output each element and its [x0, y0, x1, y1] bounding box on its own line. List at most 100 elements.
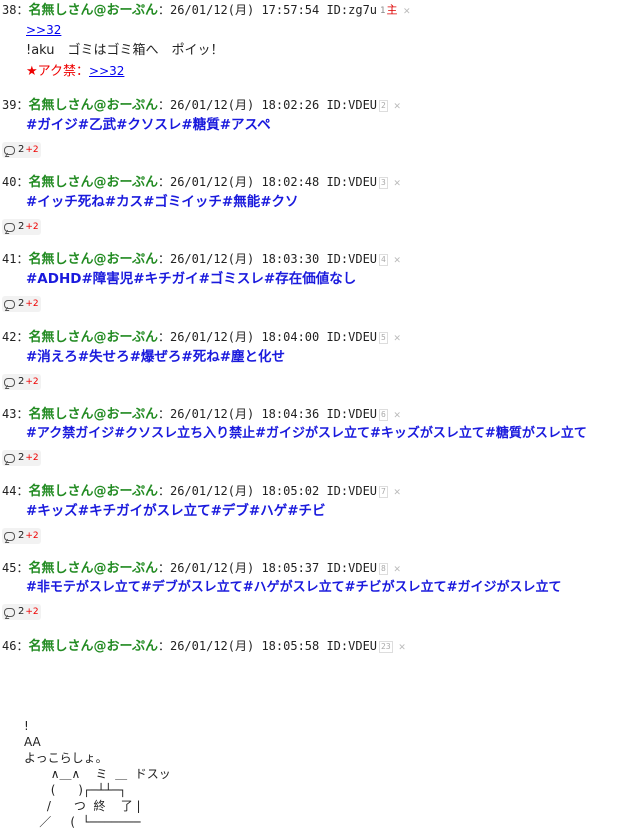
post: 40：名無しさん@おーぷん：26/01/12(月) 18:02:48 ID:VD…	[0, 172, 401, 236]
hashtag-list[interactable]: #ガイジ#乙武#クソスレ#糖質#アスペ	[26, 117, 271, 133]
post-meta: 26/01/12(月) 17:57:54 ID:zg7u	[169, 3, 378, 17]
post-header: 41：名無しさん@おーぷん：26/01/12(月) 18:03:30 ID:VD…	[2, 252, 401, 267]
hashtag-list[interactable]: #ADHD#障害児#キチガイ#ゴミスレ#存在価値なし	[26, 271, 356, 287]
close-icon[interactable]: ✕	[394, 99, 401, 112]
reply-count: 2	[18, 144, 25, 155]
ban-anchor-link[interactable]: >>32	[89, 64, 124, 78]
reply-count-badge[interactable]: 2 +2	[2, 604, 41, 620]
reply-count-badge[interactable]: 2 +2	[2, 374, 41, 390]
reply-count: 2	[18, 298, 25, 309]
speech-bubble-icon	[4, 222, 15, 232]
post-number[interactable]: 39	[2, 98, 16, 112]
reply-count-new: +2	[25, 222, 39, 232]
id-count[interactable]: 7	[379, 485, 388, 498]
id-count[interactable]: 6	[379, 408, 388, 421]
speech-bubble-icon	[4, 607, 15, 617]
speech-bubble-icon	[4, 531, 15, 541]
post-number[interactable]: 46	[2, 639, 16, 653]
poster-name: 名無しさん@おーぷん	[28, 252, 158, 267]
post-text: !aku ゴミはゴミ箱へ ポイッ！	[26, 43, 224, 58]
poster-name: 名無しさん@おーぷん	[28, 639, 158, 654]
poster-name: 名無しさん@おーぷん	[28, 330, 158, 345]
reply-count: 2	[18, 221, 25, 232]
close-icon[interactable]: ✕	[394, 408, 401, 421]
post-number[interactable]: 42	[2, 330, 16, 344]
post-header: 39：名無しさん@おーぷん：26/01/12(月) 18:02:26 ID:VD…	[2, 98, 401, 113]
post-header: 45：名無しさん@おーぷん：26/01/12(月) 18:05:37 ID:VD…	[2, 561, 401, 576]
post-meta: 26/01/12(月) 18:02:48 ID:VDEU	[169, 175, 378, 189]
post-header: 38：名無しさん@おーぷん：26/01/12(月) 17:57:54 ID:zg…	[2, 3, 411, 18]
id-count[interactable]: 8	[379, 562, 388, 575]
post-number[interactable]: 43	[2, 407, 16, 421]
post-body: #イッチ死ね#カス#ゴミイッチ#無能#クソ	[26, 192, 401, 213]
post: 42：名無しさん@おーぷん：26/01/12(月) 18:04:00 ID:VD…	[0, 327, 401, 391]
reply-count-new: +2	[25, 607, 39, 617]
speech-bubble-icon	[4, 377, 15, 387]
reply-count: 2	[18, 530, 25, 541]
reply-count-new: +2	[25, 145, 39, 155]
hashtag-list[interactable]: #イッチ死ね#カス#ゴミイッチ#無能#クソ	[26, 194, 299, 210]
poster-name: 名無しさん@おーぷん	[28, 3, 158, 18]
id-count[interactable]: 5	[379, 331, 388, 344]
post: 45：名無しさん@おーぷん：26/01/12(月) 18:05:37 ID:VD…	[0, 558, 561, 621]
close-icon[interactable]: ✕	[394, 253, 401, 266]
post-meta: 26/01/12(月) 18:03:30 ID:VDEU	[169, 252, 378, 266]
poster-name: 名無しさん@おーぷん	[28, 484, 158, 499]
hashtag-list[interactable]: #非モテがスレ立て#デブがスレ立て#ハゲがスレ立て#チビがスレ立て#ガイジがスレ…	[26, 580, 561, 595]
post-meta: 26/01/12(月) 18:04:36 ID:VDEU	[169, 407, 378, 421]
poster-name: 名無しさん@おーぷん	[28, 98, 158, 113]
post: 41：名無しさん@おーぷん：26/01/12(月) 18:03:30 ID:VD…	[0, 249, 401, 313]
hashtag-list[interactable]: #消えろ#失せろ#爆ぜろ#死ね#塵と化せ	[26, 349, 285, 365]
post-number[interactable]: 40	[2, 175, 16, 189]
reply-count: 2	[18, 452, 25, 463]
post-number[interactable]: 45	[2, 561, 16, 575]
close-icon[interactable]: ✕	[394, 562, 401, 575]
post-meta: 26/01/12(月) 18:05:02 ID:VDEU	[169, 484, 378, 498]
reply-count-badge[interactable]: 2 +2	[2, 142, 41, 158]
poster-name: 名無しさん@おーぷん	[28, 175, 158, 190]
post-meta: 26/01/12(月) 18:05:58 ID:VDEU	[169, 639, 378, 653]
post-number[interactable]: 41	[2, 252, 16, 266]
reply-count-new: +2	[25, 531, 39, 541]
post-body: #非モテがスレ立て#デブがスレ立て#ハゲがスレ立て#チビがスレ立て#ガイジがスレ…	[26, 578, 561, 598]
post-header: 42：名無しさん@おーぷん：26/01/12(月) 18:04:00 ID:VD…	[2, 330, 401, 345]
thread-owner-mark: 主	[386, 3, 398, 17]
speech-bubble-icon	[4, 299, 15, 309]
post-header: 40：名無しさん@おーぷん：26/01/12(月) 18:02:48 ID:VD…	[2, 175, 401, 190]
post-body: >>32 !aku ゴミはゴミ箱へ ポイッ！ ★アク禁：>>32	[26, 20, 410, 82]
poster-name: 名無しさん@おーぷん	[28, 407, 158, 422]
poster-name: 名無しさん@おーぷん	[28, 561, 158, 576]
reply-count-badge[interactable]: 2 +2	[2, 219, 41, 235]
close-icon[interactable]: ✕	[399, 640, 406, 653]
post-number[interactable]: 38	[2, 3, 16, 17]
close-icon[interactable]: ✕	[403, 4, 410, 17]
reply-count-new: +2	[25, 377, 39, 387]
post-body: #アク禁ガイジ#クソスレ立ち入り禁止#ガイジがスレ立て#キッズがスレ立て#糖質が…	[26, 424, 587, 444]
close-icon[interactable]: ✕	[394, 485, 401, 498]
post-header: 43：名無しさん@おーぷん：26/01/12(月) 18:04:36 ID:VD…	[2, 407, 401, 422]
reply-count: 2	[18, 376, 25, 387]
reply-count-badge[interactable]: 2 +2	[2, 450, 41, 466]
post: 46：名無しさん@おーぷん：26/01/12(月) 18:05:58 ID:VD…	[0, 636, 405, 656]
post-meta: 26/01/12(月) 18:02:26 ID:VDEU	[169, 98, 378, 112]
reply-count-badge[interactable]: 2 +2	[2, 528, 41, 544]
post: 38：名無しさん@おーぷん：26/01/12(月) 17:57:54 ID:zg…	[0, 0, 410, 82]
close-icon[interactable]: ✕	[394, 176, 401, 189]
reply-count-badge[interactable]: 2 +2	[2, 296, 41, 312]
id-count[interactable]: 3	[379, 176, 388, 189]
hashtag-list[interactable]: #キッズ#キチガイがスレ立て#デブ#ハゲ#チビ	[26, 503, 326, 519]
id-count[interactable]: 23	[379, 640, 393, 653]
post-number[interactable]: 44	[2, 484, 16, 498]
close-icon[interactable]: ✕	[394, 331, 401, 344]
reply-count-new: +2	[25, 299, 39, 309]
hashtag-list[interactable]: #アク禁ガイジ#クソスレ立ち入り禁止#ガイジがスレ立て#キッズがスレ立て#糖質が…	[26, 426, 587, 441]
post: 44：名無しさん@おーぷん：26/01/12(月) 18:05:02 ID:VD…	[0, 481, 401, 545]
reply-count: 2	[18, 606, 25, 617]
post-meta: 26/01/12(月) 18:05:37 ID:VDEU	[169, 561, 378, 575]
post-body: #キッズ#キチガイがスレ立て#デブ#ハゲ#チビ	[26, 501, 401, 522]
reply-anchor-link[interactable]: >>32	[26, 23, 61, 37]
id-count[interactable]: 4	[379, 253, 388, 266]
speech-bubble-icon	[4, 453, 15, 463]
post-body: #消えろ#失せろ#爆ぜろ#死ね#塵と化せ	[26, 347, 401, 368]
id-count[interactable]: 2	[379, 99, 388, 112]
